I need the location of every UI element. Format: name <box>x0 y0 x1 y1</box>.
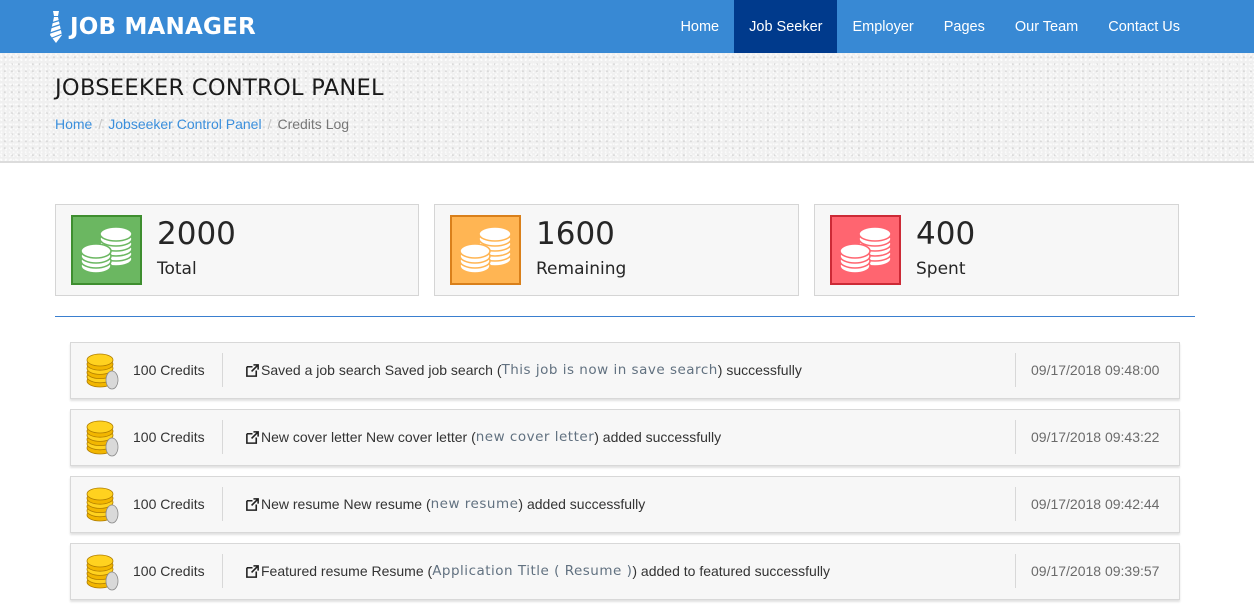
stat-card-total: 2000 Total <box>55 204 419 296</box>
external-link-icon[interactable] <box>245 430 260 445</box>
gold-coins-icon <box>86 487 119 524</box>
log-description: New cover letter New cover letter (new c… <box>245 410 721 465</box>
log-description-highlight: Application Title ( Resume ) <box>432 563 633 579</box>
gold-coins-icon <box>86 554 119 591</box>
log-timestamp: 09/17/2018 09:48:00 <box>1031 362 1160 378</box>
log-description: New resume New resume (new resume) added… <box>245 477 645 532</box>
external-link-icon[interactable] <box>245 497 260 512</box>
credit-log-item: 100 Credits New resume New resume (new r… <box>70 476 1180 533</box>
gold-coins-icon <box>86 420 119 457</box>
log-credits: 100 Credits <box>133 362 205 378</box>
stat-icon-box <box>71 215 142 285</box>
stat-value: 2000 <box>157 216 236 252</box>
breadcrumb-home[interactable]: Home <box>55 116 92 132</box>
log-description-suffix: ) added successfully <box>518 496 646 512</box>
external-link-icon[interactable] <box>245 363 260 378</box>
log-timestamp: 09/17/2018 09:43:22 <box>1031 429 1160 445</box>
brand-name: JOB MANAGER <box>70 14 256 40</box>
log-timestamp: 09/17/2018 09:39:57 <box>1031 563 1160 579</box>
stat-card-spent: 400 Spent <box>814 204 1179 296</box>
column-divider <box>222 353 223 387</box>
log-description-prefix: New resume New resume ( <box>261 496 431 512</box>
coins-icon <box>838 226 892 274</box>
log-description-prefix: Featured resume Resume ( <box>261 563 433 579</box>
gold-coins-icon <box>86 353 119 390</box>
nav-employer[interactable]: Employer <box>837 0 928 53</box>
nav-home[interactable]: Home <box>665 0 734 53</box>
breadcrumb-separator: / <box>98 116 103 132</box>
column-divider <box>1015 353 1016 387</box>
log-description-prefix: New cover letter New cover letter ( <box>261 429 476 445</box>
log-credits: 100 Credits <box>133 429 205 445</box>
credit-log-item: 100 Credits Featured resume Resume (Appl… <box>70 543 1180 600</box>
page-header: JOBSEEKER CONTROL PANEL Home / Jobseeker… <box>0 53 1254 163</box>
breadcrumb: Home / Jobseeker Control Panel / Credits… <box>55 116 349 132</box>
nav-job-seeker[interactable]: Job Seeker <box>734 0 838 53</box>
log-credits: 100 Credits <box>133 563 205 579</box>
main-nav: Home Job Seeker Employer Pages Our Team … <box>665 0 1195 53</box>
breadcrumb-jobseeker-control-panel[interactable]: Jobseeker Control Panel <box>108 116 261 132</box>
column-divider <box>222 420 223 454</box>
log-description-suffix: ) added successfully <box>594 429 722 445</box>
log-description-highlight: new cover letter <box>475 429 595 445</box>
nav-contact-us[interactable]: Contact Us <box>1093 0 1195 53</box>
breadcrumb-current: Credits Log <box>277 116 350 132</box>
log-description-suffix: ) added to featured successfully <box>632 563 831 579</box>
breadcrumb-separator: / <box>267 116 272 132</box>
log-description-highlight: new resume <box>430 496 519 512</box>
coins-icon <box>79 226 133 274</box>
stat-value: 400 <box>916 216 976 252</box>
stat-icon-box <box>450 215 521 285</box>
coins-icon <box>458 226 512 274</box>
column-divider <box>222 487 223 521</box>
external-link-icon[interactable] <box>245 564 260 579</box>
stat-label: Spent <box>916 259 966 279</box>
credit-log-item: 100 Credits Saved a job search Saved job… <box>70 342 1180 399</box>
log-credits: 100 Credits <box>133 496 205 512</box>
nav-pages[interactable]: Pages <box>929 0 1000 53</box>
nav-our-team[interactable]: Our Team <box>1000 0 1093 53</box>
section-divider <box>55 316 1195 317</box>
log-description: Featured resume Resume (Application Titl… <box>245 544 830 599</box>
column-divider <box>1015 420 1016 454</box>
log-description-highlight: This job is now in save search <box>501 362 718 378</box>
log-description: Saved a job search Saved job search (Thi… <box>245 343 802 398</box>
credit-log-item: 100 Credits New cover letter New cover l… <box>70 409 1180 466</box>
stat-label: Remaining <box>536 259 627 279</box>
column-divider <box>1015 487 1016 521</box>
log-description-prefix: Saved a job search Saved job search ( <box>261 362 502 378</box>
column-divider <box>1015 554 1016 588</box>
tie-icon <box>49 11 63 43</box>
stat-value: 1600 <box>536 216 615 252</box>
page-title: JOBSEEKER CONTROL PANEL <box>55 75 384 101</box>
stat-card-remaining: 1600 Remaining <box>434 204 799 296</box>
log-description-suffix: ) successfully <box>717 362 802 378</box>
brand-logo[interactable]: JOB MANAGER <box>48 10 256 44</box>
stat-icon-box <box>830 215 901 285</box>
navbar: JOB MANAGER Home Job Seeker Employer Pag… <box>0 0 1254 53</box>
log-timestamp: 09/17/2018 09:42:44 <box>1031 496 1160 512</box>
column-divider <box>222 554 223 588</box>
stat-label: Total <box>157 259 197 279</box>
